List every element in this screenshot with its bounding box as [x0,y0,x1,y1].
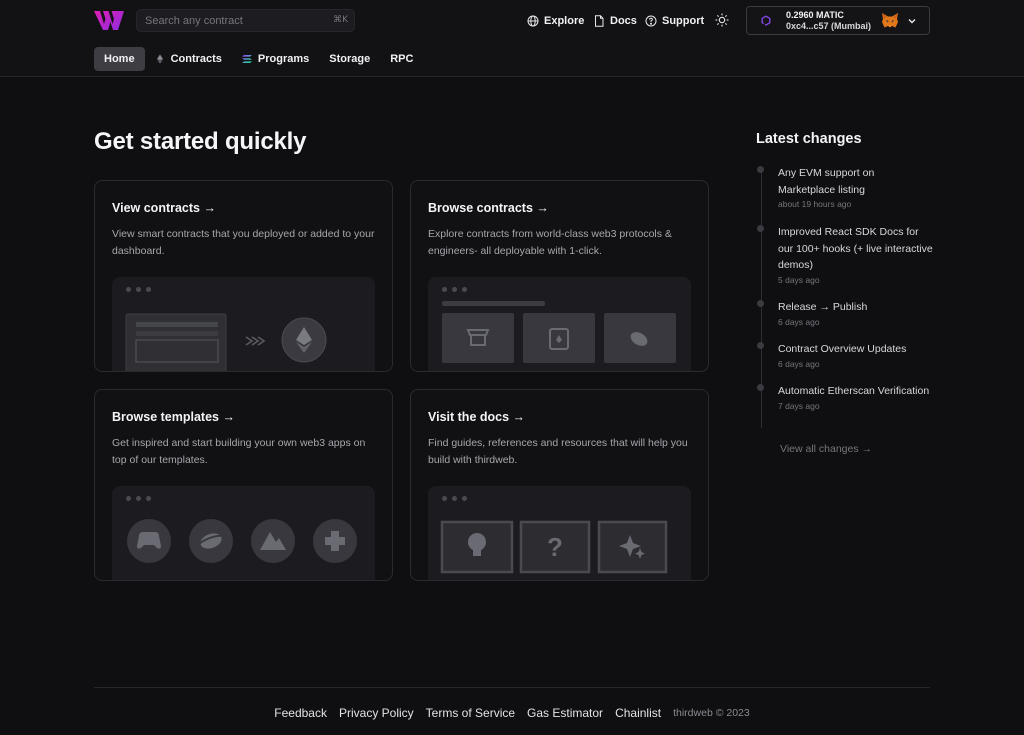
card-description: Get inspired and start building your own… [112,437,366,466]
timeline-dot [757,384,764,391]
tab-home[interactable]: Home [94,47,145,71]
footer-link-terms[interactable]: Terms of Service [426,706,515,720]
solana-icon [241,55,252,63]
change-item[interactable]: Any EVM support on Marketplace listing a… [757,165,933,209]
card-visit-docs[interactable]: Visit the docs → Find guides, references… [410,389,709,581]
change-title: Automatic Etherscan Verification [778,385,930,397]
top-header: ⌘K Explore Docs Support 0.2960 MATIC 0xc… [0,0,1024,77]
templates-illustration [127,519,357,563]
change-date: 7 days ago [778,400,820,411]
footer-divider [94,687,930,688]
card-title: Browse contracts → [428,201,549,215]
globe-icon [527,15,539,27]
search-shortcut: ⌘K [333,15,348,25]
change-title: Improved React SDK Docs for our 100+ hoo… [778,226,933,271]
card-browse-contracts[interactable]: Browse contracts → Explore contracts fro… [410,180,709,372]
docs-illustration: ? [440,520,668,574]
footer: Feedback Privacy Policy Terms of Service… [0,706,1024,720]
nav-explore-label: Explore [544,15,585,27]
change-date: about 19 hours ago [778,199,852,209]
search-input[interactable] [145,12,325,29]
wallet-address: 0xc4...c57 (Mumbai) [786,21,872,31]
page-title: Get started quickly [94,128,307,155]
nav-explore[interactable]: Explore [527,12,584,30]
card-title: View contracts → [112,201,216,215]
card-description: Explore contracts from world-class web3 … [428,228,672,257]
help-circle-icon [645,15,657,27]
change-title: Release → Publish [778,301,868,313]
footer-link-gas-estimator[interactable]: Gas Estimator [527,706,603,720]
tab-storage-label: Storage [329,53,371,65]
nav-support[interactable]: Support [645,12,704,30]
timeline-dot [757,225,764,232]
chevron-down-icon [908,19,916,24]
timeline-dot [757,166,764,173]
card-preview-illustration: ? [428,486,691,580]
card-preview-illustration [428,277,691,371]
card-preview-illustration [112,486,375,580]
nav-docs[interactable]: Docs [593,12,637,30]
metamask-fox-icon [882,13,898,28]
card-preview-illustration [112,277,375,371]
tab-home-label: Home [104,53,135,65]
tab-rpc-label: RPC [390,53,414,65]
change-title: Any EVM support on Marketplace listing [778,167,875,196]
footer-copyright: thirdweb © 2023 [673,707,750,719]
nav-support-label: Support [662,15,705,27]
tab-programs-label: Programs [257,53,310,65]
contract-marketplace-illustration [442,301,676,363]
wallet-button[interactable]: 0.2960 MATIC 0xc4...c57 (Mumbai) [746,6,930,35]
card-title: Visit the docs → [428,410,526,424]
timeline-dot [757,342,764,349]
view-all-changes-link[interactable]: View all changes → [780,443,872,455]
change-title: Contract Overview Updates [778,343,907,355]
deploy-contract-illustration [125,313,327,371]
tab-contracts-label: Contracts [170,53,222,65]
tab-programs[interactable]: Programs [232,47,319,71]
tab-storage[interactable]: Storage [319,47,380,71]
change-item[interactable]: Improved React SDK Docs for our 100+ hoo… [757,224,933,285]
latest-changes-title: Latest changes [756,131,862,147]
main-tabs: Home Contracts Programs Storage RPC [94,47,423,71]
wallet-balance: 0.2960 MATIC [786,10,844,20]
card-title: Browse templates → [112,410,235,424]
tab-rpc[interactable]: RPC [380,47,423,71]
change-date: 6 days ago [778,358,820,369]
footer-link-chainlist[interactable]: Chainlist [615,706,661,720]
sun-icon[interactable] [715,13,729,27]
svg-text:?: ? [547,532,563,562]
card-browse-templates[interactable]: Browse templates → Get inspired and star… [94,389,393,581]
tab-contracts[interactable]: Contracts [145,47,232,71]
card-description: View smart contracts that you deployed o… [112,228,375,257]
search-box[interactable]: ⌘K [136,9,355,32]
thirdweb-logo[interactable] [94,11,124,30]
footer-link-feedback[interactable]: Feedback [274,706,327,720]
ethereum-icon [156,54,163,64]
timeline-dot [757,300,764,307]
card-description: Find guides, references and resources th… [428,437,688,466]
polygon-icon [761,15,771,26]
nav-docs-label: Docs [610,15,637,27]
change-item[interactable]: Automatic Etherscan Verification 7 days … [757,383,933,411]
card-view-contracts[interactable]: View contracts → View smart contracts th… [94,180,393,372]
footer-link-privacy[interactable]: Privacy Policy [339,706,414,720]
change-date: 5 days ago [778,274,820,285]
change-item[interactable]: Contract Overview Updates 6 days ago [757,341,933,369]
change-date: 6 days ago [778,316,820,327]
change-item[interactable]: Release → Publish 6 days ago [757,299,933,327]
document-icon [595,15,604,27]
